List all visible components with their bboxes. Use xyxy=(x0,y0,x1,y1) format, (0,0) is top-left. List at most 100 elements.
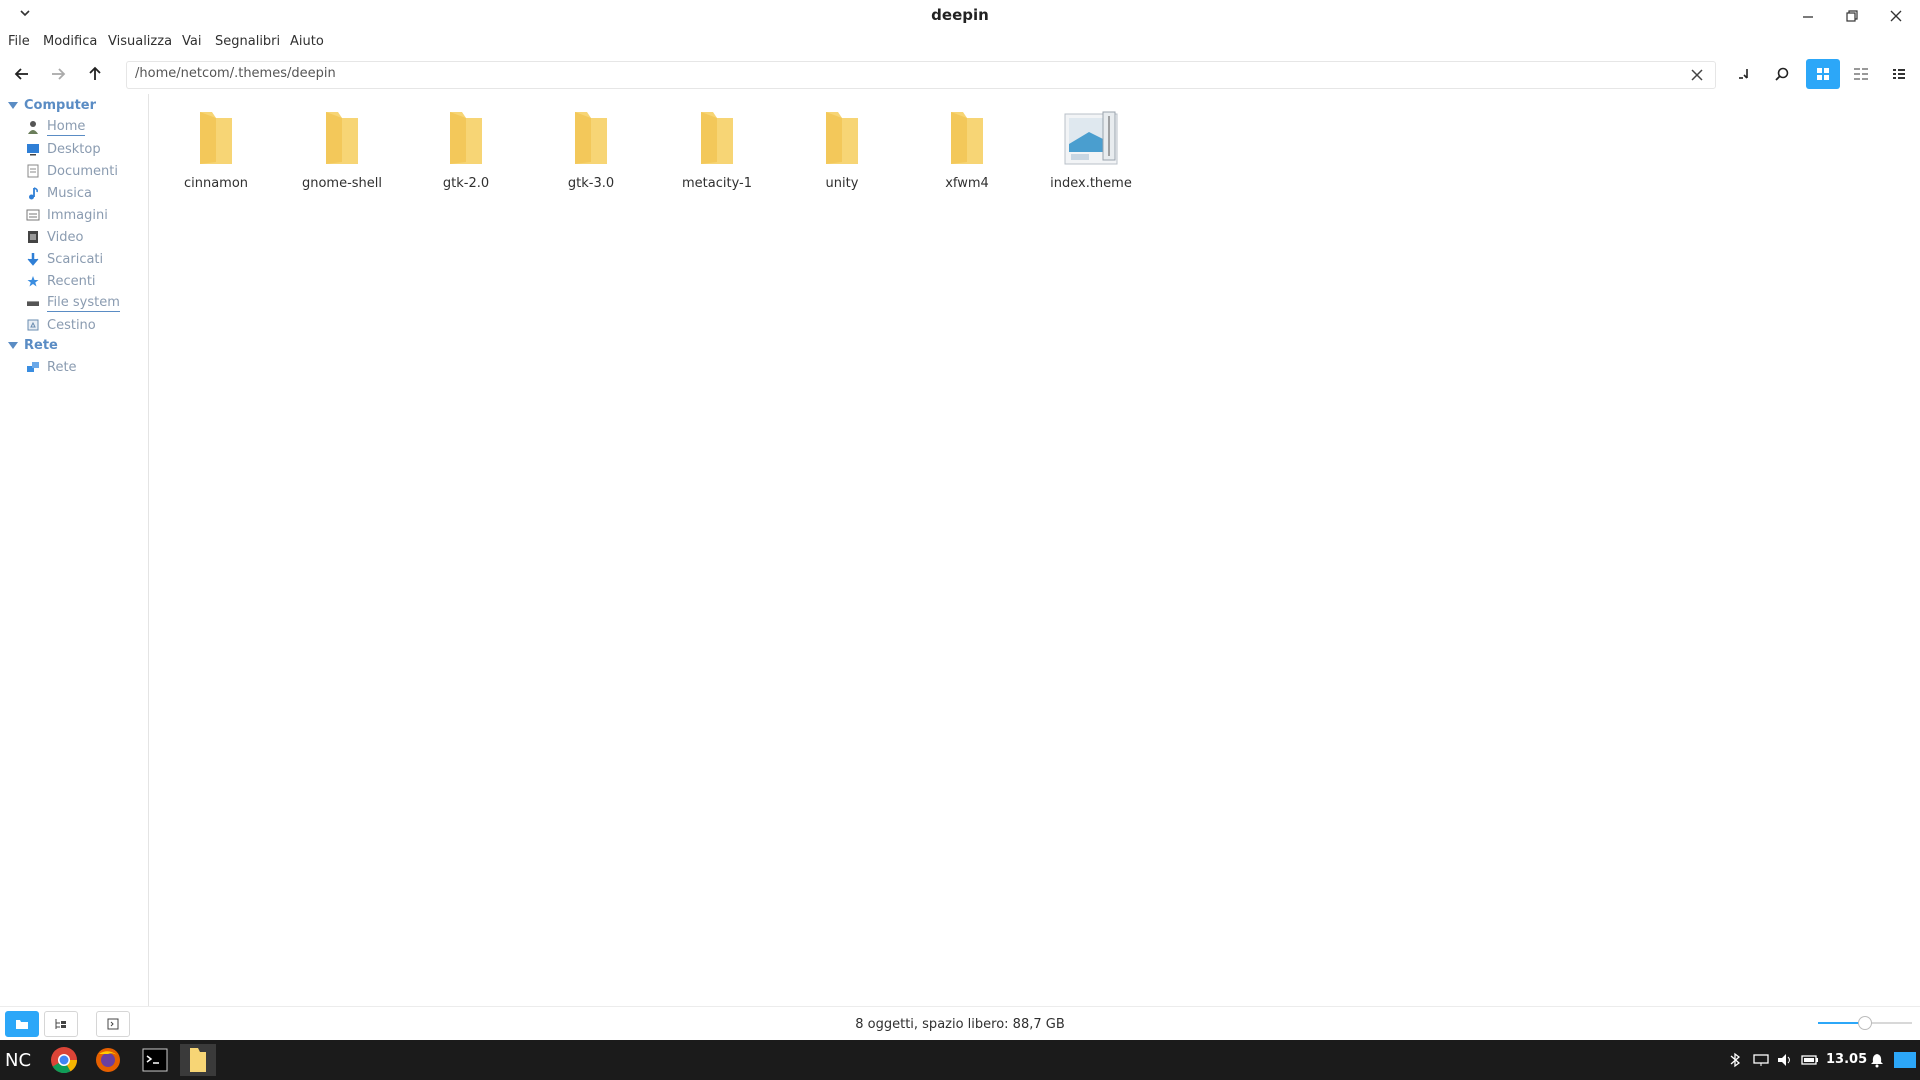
sidebar-item-file-system[interactable]: File system xyxy=(26,294,120,312)
folder-item[interactable]: metacity-1 xyxy=(662,106,772,191)
sidebar-item-label: Recenti xyxy=(47,273,96,289)
network-icon xyxy=(27,362,39,372)
sidebar: Computer Home Desktop Documenti Musica I… xyxy=(0,94,149,1006)
back-button[interactable] xyxy=(7,59,37,89)
restore-icon xyxy=(1846,10,1858,22)
file-manager-button[interactable] xyxy=(180,1044,216,1076)
address-bar[interactable]: /home/netcom/.themes/deepin xyxy=(126,61,1716,89)
sidebar-item-label: Cestino xyxy=(47,317,96,333)
folder-item[interactable]: gtk-2.0 xyxy=(411,106,521,191)
zoom-slider-handle[interactable] xyxy=(1858,1016,1872,1030)
menu-bar: File Modifica Visualizza Vai Segnalibri … xyxy=(0,32,1920,52)
file-name: gtk-2.0 xyxy=(442,176,490,191)
folder-icon xyxy=(826,112,858,164)
restore-button[interactable] xyxy=(1834,4,1870,28)
menu-segnalibri[interactable]: Segnalibri xyxy=(215,34,280,49)
minimize-button[interactable] xyxy=(1790,4,1826,28)
sidebar-item-video[interactable]: Video xyxy=(26,228,83,246)
sidebar-item-scaricati[interactable]: Scaricati xyxy=(26,250,103,268)
folder-item[interactable]: cinnamon xyxy=(161,106,271,191)
arrow-up-icon xyxy=(89,66,101,80)
folder-icon xyxy=(951,112,983,164)
firefox-button[interactable] xyxy=(90,1044,126,1076)
folder-icon xyxy=(200,112,232,164)
sidebar-item-musica[interactable]: Musica xyxy=(26,184,92,202)
close-icon xyxy=(1890,10,1902,22)
sidebar-item-label: Rete xyxy=(47,359,77,375)
folder-icon xyxy=(701,112,733,164)
folder-item[interactable]: gnome-shell xyxy=(287,106,397,191)
show-desktop-button[interactable] xyxy=(1894,1052,1916,1068)
file-name: xfwm4 xyxy=(945,176,989,191)
zoom-slider[interactable] xyxy=(1818,1015,1912,1031)
folder-item[interactable]: gtk-3.0 xyxy=(536,106,646,191)
compact-view-icon xyxy=(1854,68,1868,80)
sidebar-item-desktop[interactable]: Desktop xyxy=(26,140,101,158)
menu-visualizza[interactable]: Visualizza xyxy=(108,34,172,49)
sidebar-header-rete[interactable]: Rete xyxy=(8,338,58,353)
download-icon xyxy=(27,253,39,266)
video-icon xyxy=(28,231,38,243)
chrome-button[interactable] xyxy=(46,1044,82,1076)
file-view xyxy=(149,94,1920,1006)
document-icon xyxy=(27,164,39,178)
file-item[interactable]: index.theme xyxy=(1036,106,1146,191)
sidebar-header-computer[interactable]: Computer xyxy=(8,98,96,113)
sidebar-item-recenti[interactable]: Recenti xyxy=(26,272,96,290)
menu-vai[interactable]: Vai xyxy=(182,34,201,49)
address-text[interactable]: /home/netcom/.themes/deepin xyxy=(135,66,336,81)
desktop-icon xyxy=(27,144,39,156)
up-button[interactable] xyxy=(80,59,110,89)
chrome-icon xyxy=(51,1047,78,1074)
sidebar-item-label: Musica xyxy=(47,185,92,201)
file-name: cinnamon xyxy=(183,176,249,191)
battery-icon[interactable] xyxy=(1800,1052,1820,1068)
volume-icon[interactable] xyxy=(1776,1052,1794,1068)
clock[interactable]: 13.05 xyxy=(1826,1052,1867,1067)
close-window-button[interactable] xyxy=(1878,4,1914,28)
menu-modifica[interactable]: Modifica xyxy=(43,34,97,49)
icon-view-icon xyxy=(1817,68,1829,80)
close-icon xyxy=(1691,69,1703,81)
sidebar-item-label: File system xyxy=(47,294,120,312)
file-name: gtk-3.0 xyxy=(567,176,615,191)
terminal-button[interactable] xyxy=(1730,62,1758,86)
sidebar-item-cestino[interactable]: Cestino xyxy=(26,316,96,334)
icon-view-button[interactable] xyxy=(1806,59,1840,89)
firefox-icon xyxy=(96,1048,120,1072)
search-button[interactable] xyxy=(1768,62,1796,86)
sidebar-item-home[interactable]: Home xyxy=(26,118,86,136)
folder-item[interactable]: xfwm4 xyxy=(912,106,1022,191)
menu-file[interactable]: File xyxy=(8,34,30,49)
sidebar-item-label: Documenti xyxy=(47,163,118,179)
list-view-button[interactable] xyxy=(1882,59,1916,89)
compact-view-button[interactable] xyxy=(1844,59,1878,89)
network-icon[interactable] xyxy=(1752,1052,1770,1068)
notification-icon[interactable] xyxy=(1870,1052,1884,1068)
sidebar-item-label: Desktop xyxy=(47,141,101,157)
sidebar-item-label: Scaricati xyxy=(47,251,104,267)
arrow-left-icon xyxy=(14,68,28,80)
file-name: gnome-shell xyxy=(301,176,383,191)
trash-icon xyxy=(27,319,39,331)
nc-logo[interactable]: NC xyxy=(0,1044,36,1076)
file-name: unity xyxy=(825,176,859,191)
file-manager-icon xyxy=(190,1048,206,1072)
sidebar-item-rete[interactable]: Rete xyxy=(26,358,77,376)
status-text: 8 oggetti, spazio libero: 88,7 GB xyxy=(855,1017,1065,1032)
triangle-down-icon xyxy=(8,342,18,349)
folder-item[interactable]: unity xyxy=(787,106,897,191)
menu-aiuto[interactable]: Aiuto xyxy=(290,34,324,49)
bluetooth-icon[interactable] xyxy=(1728,1052,1742,1068)
clear-address-button[interactable] xyxy=(1687,65,1707,85)
sidebar-item-immagini[interactable]: Immagini xyxy=(26,206,108,224)
status-bar: 8 oggetti, spazio libero: 88,7 GB xyxy=(0,1006,1920,1039)
nc-logo-icon: NC xyxy=(5,1050,31,1071)
forward-button[interactable] xyxy=(43,59,73,89)
star-icon xyxy=(27,276,39,287)
sidebar-item-label: Home xyxy=(47,118,86,136)
sidebar-item-documenti[interactable]: Documenti xyxy=(26,162,118,180)
user-icon xyxy=(28,121,38,134)
terminal-app-button[interactable] xyxy=(137,1044,173,1076)
arrow-right-icon xyxy=(52,68,66,80)
